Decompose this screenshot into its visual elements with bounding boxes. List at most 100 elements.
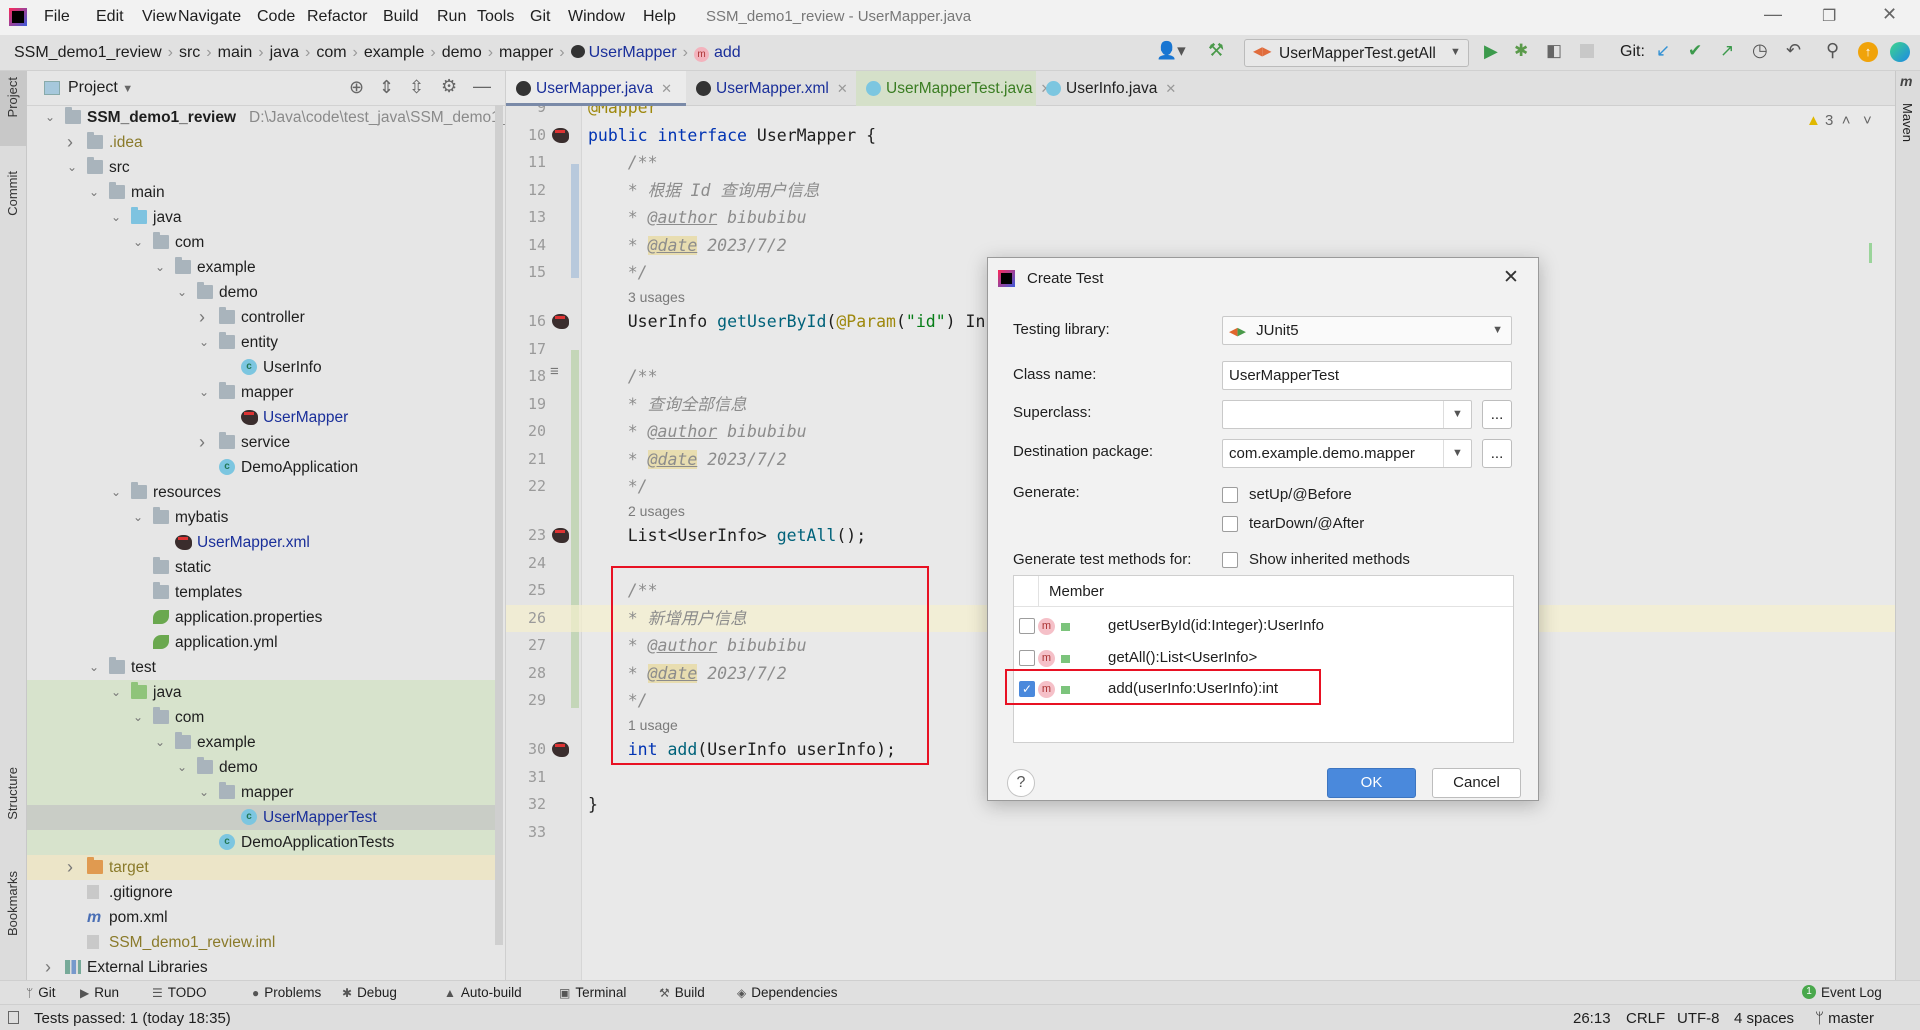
tree-item-userinfo[interactable]: c UserInfo (27, 355, 497, 380)
chevron-down-icon[interactable]: ⌄ (199, 330, 211, 355)
chevron-down-icon[interactable]: ⌄ (111, 680, 123, 705)
code-line[interactable]: */ (588, 473, 648, 501)
line-separator[interactable]: CRLF (1626, 1010, 1665, 1027)
menu-help[interactable]: Help (643, 8, 676, 26)
menu-refactor[interactable]: Refactor (307, 8, 367, 26)
hide-panel-icon[interactable]: — (473, 76, 491, 97)
tool-auto-build[interactable]: ▲ Auto-build (444, 985, 522, 1000)
coverage-icon[interactable]: ◧ (1546, 41, 1562, 61)
previous-highlight-icon[interactable]: ˄ (1842, 112, 1851, 129)
inspection-widget[interactable]: ▲ 3 ˄ ˅ (1806, 112, 1872, 129)
tool-problems[interactable]: ● Problems (252, 985, 321, 1000)
code-line[interactable]: * @author bibubibu (588, 204, 807, 232)
tree-item-main[interactable]: ⌄ main (27, 180, 497, 205)
tree-item-usermappertest[interactable]: c UserMapperTest (27, 805, 497, 830)
destination-browse-button[interactable]: ... (1482, 439, 1512, 468)
collapse-all-icon[interactable]: ⇳ (409, 77, 424, 98)
event-log-button[interactable]: Event Log (1821, 985, 1882, 1000)
breadcrumb-item[interactable]: main (218, 44, 253, 61)
cancel-button[interactable]: Cancel (1432, 768, 1521, 798)
code-line[interactable]: * @date 2023/7/2 (588, 446, 787, 474)
member-checkbox[interactable] (1019, 649, 1035, 666)
member-row[interactable]: m getAll():List<UserInfo> (1014, 646, 1513, 672)
tree-item-example[interactable]: ⌄ example (27, 730, 497, 755)
member-checkbox[interactable] (1019, 618, 1035, 634)
testing-library-select[interactable]: ◀▶ JUnit5 ▼ (1222, 316, 1512, 345)
tree-item-mapper[interactable]: ⌄ mapper (27, 380, 497, 405)
menu-edit[interactable]: Edit (96, 8, 124, 26)
git-branch[interactable]: ᛘ master (1815, 1010, 1874, 1027)
mybatis-navigate-icon[interactable] (552, 742, 569, 757)
locate-icon[interactable]: ⊕ (349, 77, 364, 98)
tree-item-usermapper[interactable]: UserMapper (27, 405, 497, 430)
git-update-icon[interactable]: ↙ (1656, 41, 1670, 61)
minimize-button[interactable]: — (1764, 4, 1782, 25)
tool-todo[interactable]: ☰ TODO (152, 985, 207, 1000)
commit-tool-button[interactable]: Commit (5, 171, 20, 216)
mybatis-navigate-icon[interactable] (552, 528, 569, 543)
breadcrumb-item[interactable]: UserMapper (589, 44, 677, 61)
structure-tool-button[interactable]: Structure (5, 767, 20, 820)
toolbox-icon[interactable] (1890, 42, 1910, 62)
tree-item-service[interactable]: › service (27, 430, 497, 455)
code-line[interactable]: List<UserInfo> getAll(); (588, 522, 866, 550)
git-push-icon[interactable]: ↗ (1720, 41, 1734, 61)
close-icon[interactable]: ✕ (1503, 266, 1519, 289)
tree-item-demo[interactable]: ⌄ demo (27, 755, 497, 780)
tree-item-demoapplication[interactable]: c DemoApplication (27, 455, 497, 480)
menu-file[interactable]: File (44, 8, 70, 26)
class-name-input[interactable]: UserMapperTest (1222, 361, 1512, 390)
tree-item-entity[interactable]: ⌄ entity (27, 330, 497, 355)
tab-usermapper-xml[interactable]: UserMapper.xml ✕ (686, 71, 856, 106)
project-tool-button[interactable]: Project (5, 77, 20, 117)
gear-icon[interactable]: ⚙ (441, 76, 457, 97)
tool-build[interactable]: ⚒ Build (659, 985, 705, 1000)
tree-scrollbar[interactable] (495, 105, 503, 945)
superclass-browse-button[interactable]: ... (1482, 400, 1512, 429)
breadcrumb-item[interactable]: src (179, 44, 200, 61)
git-commit-icon[interactable]: ✔ (1688, 41, 1702, 61)
breadcrumb-item[interactable]: java (270, 44, 299, 61)
code-line[interactable]: * 查询全部信息 (588, 391, 747, 419)
breadcrumb-item[interactable]: mapper (499, 44, 553, 61)
run-config-select[interactable]: ◀▶ UserMapperTest.getAll ▼ (1244, 39, 1469, 67)
tab-usermappertest-java[interactable]: UserMapperTest.java✕ (856, 71, 1051, 106)
restore-button[interactable]: ❐ (1822, 6, 1836, 26)
close-tab-icon[interactable]: ✕ (1165, 81, 1176, 96)
tree-item-pom-xml[interactable]: m pom.xml (27, 905, 497, 930)
chevron-down-icon[interactable]: ⌄ (155, 730, 167, 755)
rollback-icon[interactable]: ↶ (1786, 40, 1801, 61)
show-inherited-checkbox[interactable] (1222, 552, 1238, 568)
menu-navigate[interactable]: Navigate (178, 8, 241, 26)
next-highlight-icon[interactable]: ˅ (1863, 112, 1872, 129)
tree-item-external-libraries[interactable]: › External Libraries (27, 955, 497, 980)
code-line[interactable]: /** (588, 363, 658, 391)
tree-item-idea[interactable]: › .idea (27, 130, 497, 155)
tree-item-demo[interactable]: ⌄ demo (27, 280, 497, 305)
tree-item-templates[interactable]: templates (27, 580, 497, 605)
usages-hint[interactable]: 2 usages (628, 501, 685, 523)
tree-item-controller[interactable]: › controller (27, 305, 497, 330)
code-line[interactable]: * @date 2023/7/2 (588, 232, 787, 260)
tree-item-ssm-demo1-review-iml[interactable]: SSM_demo1_review.iml (27, 930, 497, 955)
tree-item-static[interactable]: static (27, 555, 497, 580)
tree-item-application-yml[interactable]: application.yml (27, 630, 497, 655)
tree-item-com[interactable]: ⌄ com (27, 705, 497, 730)
chevron-down-icon[interactable]: ⌄ (111, 205, 123, 230)
bookmarks-tool-button[interactable]: Bookmarks (5, 871, 20, 936)
chevron-down-icon[interactable]: ⌄ (155, 255, 167, 280)
code-line[interactable]: */ (588, 259, 648, 287)
chevron-down-icon[interactable]: ⌄ (89, 655, 101, 680)
status-toggle-icon[interactable] (8, 1011, 19, 1024)
history-icon[interactable]: ◷ (1752, 40, 1768, 61)
chevron-down-icon[interactable]: ⌄ (199, 380, 211, 405)
chevron-right-icon[interactable]: › (67, 855, 79, 880)
ok-button[interactable]: OK (1327, 768, 1416, 798)
chevron-right-icon[interactable]: › (199, 305, 211, 330)
tab-userinfo-java[interactable]: UserInfo.java ✕ (1036, 71, 1186, 106)
mybatis-navigate-icon[interactable] (552, 314, 569, 329)
close-tab-icon[interactable]: ✕ (661, 81, 672, 96)
maven-tool-button[interactable]: Maven (1900, 103, 1915, 142)
update-icon[interactable]: ↑ (1858, 42, 1878, 62)
tree-item-java[interactable]: ⌄ java (27, 205, 497, 230)
